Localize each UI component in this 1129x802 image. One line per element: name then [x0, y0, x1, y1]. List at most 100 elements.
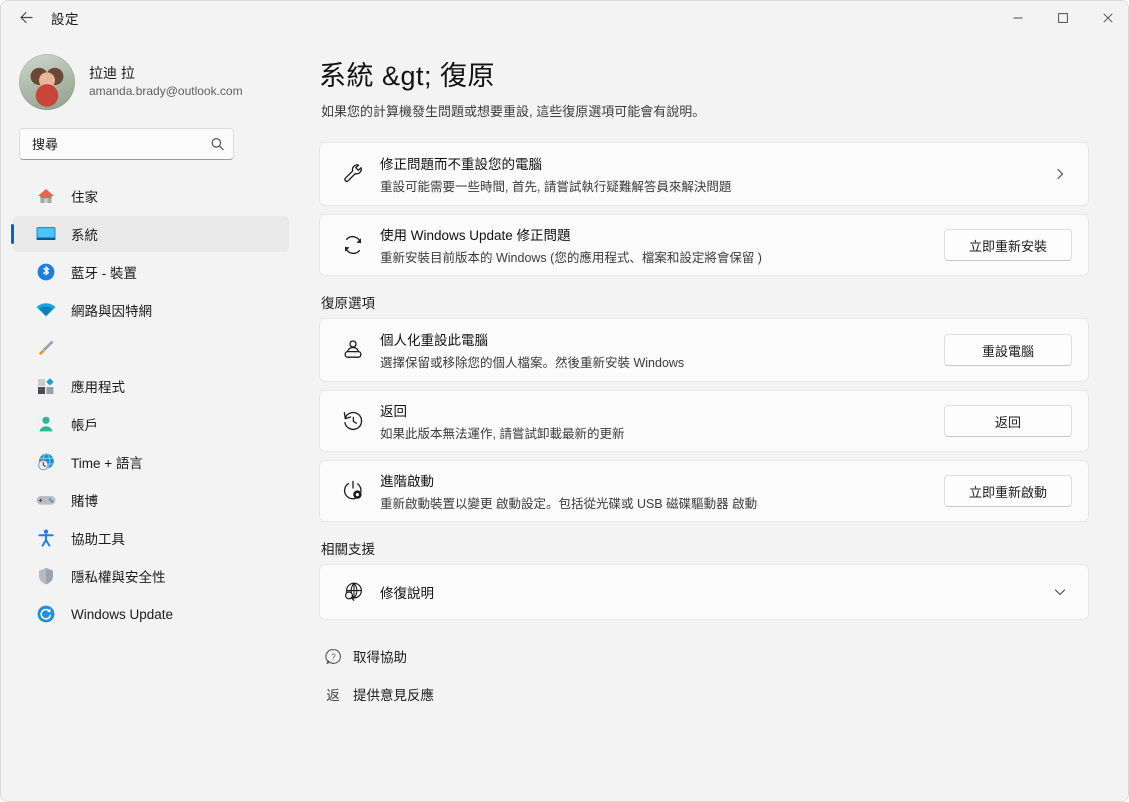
page-header: 系統 &gt; 復原 如果您的計算機發生問題或想要重設, 這些復原選項可能會有說… [301, 34, 1128, 120]
sidebar-item-system[interactable]: 系統 [11, 216, 289, 252]
close-icon [1102, 12, 1113, 23]
sidebar-item-bluetooth-devices[interactable]: 藍牙 - 裝置 [13, 254, 289, 290]
search-box[interactable] [19, 128, 234, 160]
reset-pc-icon [336, 337, 370, 363]
card-advanced-startup: 進階啟動 重新啟動裝置以變更 啟動設定。包括從光碟或 USB 磁碟驅動器 啟動 … [319, 460, 1089, 522]
link-label[interactable]: 提供意見反應 [353, 684, 434, 704]
footer-links: ? 取得協助 返 提供意見反應 [321, 642, 1128, 708]
card-action: 立即重新安裝 [944, 229, 1072, 261]
back-button[interactable] [9, 3, 43, 33]
avatar [19, 54, 75, 110]
sidebar-item-personalization[interactable] [13, 330, 289, 366]
paintbrush-icon [35, 337, 57, 359]
sidebar-item-label: 隱私權與安全性 [71, 570, 166, 585]
sidebar-item-accessibility[interactable]: 協助工具 [13, 520, 289, 556]
history-icon [336, 408, 370, 434]
svg-text:?: ? [331, 652, 336, 661]
settings-window: 設定 拉迪 拉 amanda.brady@outlook.com 搜尋 住家 系… [0, 0, 1129, 802]
card-text: 返回 如果此版本無法運作, 請嘗試卸載最新的更新 [370, 400, 932, 442]
minimize-button[interactable] [995, 1, 1040, 34]
card-text: 使用 Windows Update 修正問題 重新安裝目前版本的 Windows… [370, 224, 932, 266]
sidebar-item-label: 藍牙 - 裝置 [71, 266, 137, 281]
feedback-icon: 返 [326, 688, 340, 703]
link-label[interactable]: 取得協助 [353, 646, 407, 666]
reinstall-now-button[interactable]: 立即重新安裝 [944, 229, 1072, 261]
card-title: 修復說明 [380, 586, 434, 601]
card-text: 修復說明 [370, 582, 1036, 602]
card-description: 如果此版本無法運作, 請嘗試卸載最新的更新 [380, 427, 625, 441]
sidebar-item-gaming[interactable]: 賭博 [13, 482, 289, 518]
card-title: 個人化重設此電腦 [380, 333, 488, 348]
restart-now-button[interactable]: 立即重新啟動 [944, 475, 1072, 507]
profile-text: 拉迪 拉 amanda.brady@outlook.com [89, 65, 243, 100]
chevron-down-icon[interactable] [1048, 580, 1072, 604]
sidebar-item-windows-update[interactable]: Windows Update [13, 596, 289, 632]
sidebar-item-label: 系統 [71, 228, 98, 243]
page-title: 系統 &gt; 復原 [319, 61, 496, 91]
sidebar-item-privacy-security[interactable]: 隱私權與安全性 [13, 558, 289, 594]
help-circle-icon: ? [321, 648, 345, 665]
profile-email: amanda.brady@outlook.com [89, 84, 243, 99]
card-fix-with-windows-update: 使用 Windows Update 修正問題 重新安裝目前版本的 Windows… [319, 214, 1089, 276]
card-action: 重設電腦 [944, 334, 1072, 366]
sidebar-item-home[interactable]: 住家 [13, 178, 289, 214]
sidebar-nav: 住家 系統 藍牙 - 裝置 網路與因特網 應用程式 帳戶 Time + 語言 賭… [1, 178, 301, 632]
page-subtitle: 如果您的計算機發生問題或想要重設, 這些復原選項可能會有說明。 [321, 104, 706, 119]
refresh-icon [336, 233, 370, 257]
sidebar-item-accounts[interactable]: 帳戶 [13, 406, 289, 442]
wifi-icon [35, 299, 57, 321]
card-title: 進階啟動 [380, 474, 434, 489]
card-description: 重新啟動裝置以變更 啟動設定。包括從光碟或 USB 磁碟驅動器 啟動 [380, 497, 758, 511]
window-controls [995, 1, 1128, 34]
accessibility-icon [35, 527, 57, 549]
shield-icon [35, 565, 57, 587]
maximize-icon [1057, 12, 1068, 23]
clock-globe-icon [35, 451, 57, 473]
search-icon[interactable] [210, 136, 225, 152]
link-give-feedback[interactable]: 返 提供意見反應 [321, 680, 1128, 708]
home-icon [35, 185, 57, 207]
link-get-help[interactable]: ? 取得協助 [321, 642, 1128, 670]
maximize-button[interactable] [1040, 1, 1085, 34]
card-text: 進階啟動 重新啟動裝置以變更 啟動設定。包括從光碟或 USB 磁碟驅動器 啟動 [370, 470, 932, 512]
gamepad-icon [35, 489, 57, 511]
sidebar-item-label: 住家 [71, 190, 98, 205]
related-support-label: 相關支援 [321, 542, 375, 557]
sidebar-item-label: 賭博 [71, 494, 98, 509]
card-text: 個人化重設此電腦 選擇保留或移除您的個人檔案。然後重新安裝 Windows [370, 329, 932, 371]
card-description: 重新安裝目前版本的 Windows (您的應用程式、檔案和設定將會保留 ) [380, 251, 762, 265]
wrench-icon [336, 161, 370, 187]
card-repair-help[interactable]: 修復說明 [319, 564, 1089, 620]
search-input[interactable] [30, 135, 210, 153]
card-action: 立即重新啟動 [944, 475, 1072, 507]
monitor-icon [35, 223, 57, 245]
update-icon [35, 603, 57, 625]
profile-name: 拉迪 拉 [89, 64, 135, 81]
card-title: 使用 Windows Update 修正問題 [380, 228, 571, 243]
globe-search-icon [336, 579, 370, 605]
card-reset-this-pc: 個人化重設此電腦 選擇保留或移除您的個人檔案。然後重新安裝 Windows 重設… [319, 318, 1089, 382]
app-title: 設定 [51, 11, 79, 27]
sidebar-item-apps[interactable]: 應用程式 [13, 368, 289, 404]
sidebar: 拉迪 拉 amanda.brady@outlook.com 搜尋 住家 系統 藍… [1, 34, 301, 801]
chevron-right-icon[interactable] [1048, 162, 1072, 186]
profile-section[interactable]: 拉迪 拉 amanda.brady@outlook.com [1, 42, 301, 114]
card-go-back: 返回 如果此版本無法運作, 請嘗試卸載最新的更新 返回 [319, 390, 1089, 452]
sidebar-item-network-internet[interactable]: 網路與因特網 [13, 292, 289, 328]
reset-pc-button[interactable]: 重設電腦 [944, 334, 1072, 366]
main-content: 系統 &gt; 復原 如果您的計算機發生問題或想要重設, 這些復原選項可能會有說… [301, 34, 1128, 801]
sidebar-item-label: Windows Update [71, 606, 174, 622]
go-back-button[interactable]: 返回 [944, 405, 1072, 437]
recovery-options-label: 復原選項 [321, 296, 375, 311]
sidebar-item-label: 帳戶 [71, 418, 98, 433]
sidebar-item-time-language[interactable]: Time + 語言 [13, 444, 289, 480]
sidebar-item-label: 應用程式 [71, 380, 125, 395]
card-fix-without-reset[interactable]: 修正問題而不重設您的電腦 重設可能需要一些時間, 首先, 請嘗試執行疑難解答員來… [319, 142, 1089, 206]
card-description: 重設可能需要一些時間, 首先, 請嘗試執行疑難解答員來解決問題 [380, 180, 732, 194]
sidebar-item-label: 協助工具 [71, 532, 125, 547]
close-button[interactable] [1085, 1, 1128, 34]
minimize-icon [1013, 17, 1022, 18]
power-gear-icon [336, 478, 370, 504]
apps-icon [35, 375, 57, 397]
bluetooth-icon [35, 261, 57, 283]
